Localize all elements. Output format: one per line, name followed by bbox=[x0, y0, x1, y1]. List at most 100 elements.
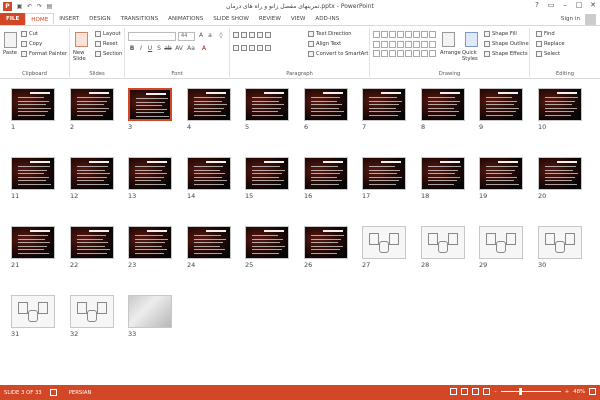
slide-thumbnail[interactable]: 15 bbox=[245, 157, 289, 200]
slide-thumbnail[interactable]: 28 bbox=[421, 226, 465, 269]
select-button[interactable]: Select bbox=[536, 51, 560, 57]
strikethrough-button[interactable]: ab bbox=[164, 45, 172, 53]
tab-view[interactable]: VIEW bbox=[286, 13, 311, 25]
char-spacing-button[interactable]: AV bbox=[175, 45, 183, 53]
slide-thumbnail[interactable]: 17 bbox=[362, 157, 406, 200]
slide-thumbnail[interactable]: 13 bbox=[128, 157, 172, 200]
find-button[interactable]: Find bbox=[536, 31, 555, 37]
slide-thumbnail[interactable]: 19 bbox=[479, 157, 523, 200]
reset-button[interactable]: Reset bbox=[95, 41, 118, 47]
close-icon[interactable]: ✕ bbox=[586, 0, 600, 11]
slide-thumbnail[interactable]: 29 bbox=[479, 226, 523, 269]
slide-thumbnail[interactable]: 32 bbox=[70, 295, 114, 338]
bullets-button[interactable] bbox=[233, 32, 271, 38]
zoom-out-icon[interactable]: – bbox=[494, 389, 497, 395]
avatar[interactable] bbox=[585, 14, 596, 25]
slide-thumbnail[interactable]: 26 bbox=[304, 226, 348, 269]
shapes-gallery[interactable] bbox=[373, 31, 436, 59]
proofing-icon[interactable] bbox=[49, 389, 57, 396]
tab-animations[interactable]: ANIMATIONS bbox=[163, 13, 208, 25]
tab-review[interactable]: REVIEW bbox=[254, 13, 286, 25]
slide-thumbnail[interactable]: 3 bbox=[128, 88, 172, 131]
arrange-icon[interactable] bbox=[442, 32, 455, 47]
zoom-in-icon[interactable]: + bbox=[565, 389, 569, 395]
quick-styles-icon[interactable] bbox=[465, 32, 478, 47]
language-indicator[interactable]: PERSIAN bbox=[69, 390, 92, 396]
slide-thumbnail[interactable]: 33 bbox=[128, 295, 172, 338]
slide-thumbnail[interactable]: 4 bbox=[187, 88, 231, 131]
slideshow-view-icon[interactable] bbox=[483, 388, 491, 395]
change-case-button[interactable]: Aa bbox=[187, 45, 195, 53]
text-direction-button[interactable]: Text Direction bbox=[308, 31, 352, 37]
copy-button[interactable]: Copy bbox=[21, 41, 42, 47]
minimize-icon[interactable]: – bbox=[558, 0, 572, 11]
slide-thumbnail[interactable]: 16 bbox=[304, 157, 348, 200]
slide-thumbnail[interactable]: 18 bbox=[421, 157, 465, 200]
align-text-button[interactable]: Align Text bbox=[308, 41, 341, 47]
slide-thumbnail[interactable]: 5 bbox=[245, 88, 289, 131]
shape-fill-button[interactable]: Shape Fill bbox=[484, 31, 517, 37]
slide-thumbnail[interactable]: 1 bbox=[11, 88, 55, 131]
layout-button[interactable]: Layout bbox=[95, 31, 121, 37]
format-painter-button[interactable]: Format Painter bbox=[21, 51, 67, 57]
align-buttons[interactable] bbox=[233, 45, 271, 51]
slide-thumbnail[interactable]: 11 bbox=[11, 157, 55, 200]
font-color-button[interactable]: A bbox=[200, 45, 208, 53]
zoom-slider-handle[interactable] bbox=[518, 388, 522, 395]
sign-in-link[interactable]: Sign in bbox=[561, 16, 580, 22]
convert-smartart-button[interactable]: Convert to SmartArt bbox=[308, 51, 368, 57]
tab-slide-show[interactable]: SLIDE SHOW bbox=[208, 13, 254, 25]
grow-font-icon[interactable]: A bbox=[197, 32, 205, 40]
slide-thumbnail[interactable]: 9 bbox=[479, 88, 523, 131]
slide-thumbnail[interactable]: 10 bbox=[538, 88, 582, 131]
clear-format-icon[interactable]: ◊ bbox=[217, 32, 225, 40]
font-size-field[interactable]: 44 bbox=[178, 32, 195, 41]
tab-insert[interactable]: INSERT bbox=[54, 13, 84, 25]
slide-thumbnail[interactable]: 12 bbox=[70, 157, 114, 200]
slide-sorter-view-icon[interactable] bbox=[461, 388, 469, 395]
font-name-field[interactable] bbox=[128, 32, 176, 41]
slide-thumbnail[interactable]: 24 bbox=[187, 226, 231, 269]
slide-thumbnail[interactable]: 27 bbox=[362, 226, 406, 269]
tab-transitions[interactable]: TRANSITIONS bbox=[116, 13, 164, 25]
slide-thumbnail[interactable]: 8 bbox=[421, 88, 465, 131]
shape-effects-button[interactable]: Shape Effects bbox=[484, 51, 528, 57]
paste-icon[interactable] bbox=[4, 32, 17, 48]
bold-button[interactable]: B bbox=[128, 45, 136, 53]
paste-button[interactable]: Paste bbox=[3, 50, 17, 56]
slide-thumbnail[interactable]: 22 bbox=[70, 226, 114, 269]
cut-button[interactable]: Cut bbox=[21, 31, 38, 37]
slide-thumbnail[interactable]: 25 bbox=[245, 226, 289, 269]
reading-view-icon[interactable] bbox=[472, 388, 480, 395]
help-icon[interactable]: ? bbox=[530, 0, 544, 11]
arrange-button[interactable]: Arrange bbox=[440, 50, 461, 56]
slide-thumbnail[interactable]: 23 bbox=[128, 226, 172, 269]
slide-thumbnail[interactable]: 30 bbox=[538, 226, 582, 269]
tab-add-ins[interactable]: ADD-INS bbox=[310, 13, 344, 25]
slide-thumbnail[interactable]: 20 bbox=[538, 157, 582, 200]
shape-outline-button[interactable]: Shape Outline bbox=[484, 41, 529, 47]
fit-to-window-icon[interactable] bbox=[589, 388, 596, 395]
slide-thumbnail[interactable]: 6 bbox=[304, 88, 348, 131]
tab-design[interactable]: DESIGN bbox=[84, 13, 116, 25]
quick-styles-button[interactable]: Quick Styles bbox=[462, 50, 484, 62]
italic-button[interactable]: I bbox=[137, 45, 145, 53]
maximize-icon[interactable]: □ bbox=[572, 0, 586, 11]
tab-home[interactable]: HOME bbox=[25, 13, 55, 25]
ribbon-display-icon[interactable]: ▭ bbox=[544, 0, 558, 11]
shadow-button[interactable]: S bbox=[155, 45, 163, 53]
zoom-level[interactable]: 48% bbox=[573, 389, 585, 395]
slide-thumbnail[interactable]: 14 bbox=[187, 157, 231, 200]
new-slide-icon[interactable] bbox=[75, 32, 88, 47]
tab-file[interactable]: FILE bbox=[0, 13, 26, 25]
section-button[interactable]: Section bbox=[95, 51, 122, 57]
new-slide-button[interactable]: New Slide bbox=[73, 50, 93, 62]
shrink-font-icon[interactable]: a bbox=[206, 32, 214, 40]
zoom-slider[interactable] bbox=[500, 388, 561, 395]
replace-button[interactable]: Replace bbox=[536, 41, 565, 47]
slide-thumbnail[interactable]: 2 bbox=[70, 88, 114, 131]
slide-thumbnail[interactable]: 31 bbox=[11, 295, 55, 338]
slide-thumbnail[interactable]: 21 bbox=[11, 226, 55, 269]
normal-view-icon[interactable] bbox=[450, 388, 458, 395]
underline-button[interactable]: U bbox=[146, 45, 154, 53]
